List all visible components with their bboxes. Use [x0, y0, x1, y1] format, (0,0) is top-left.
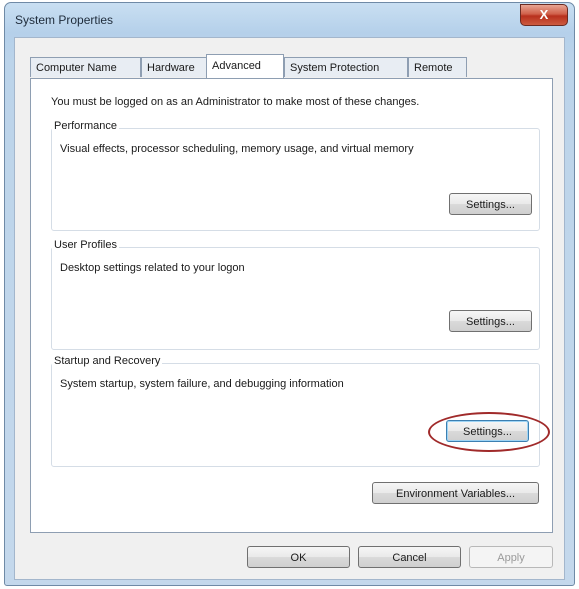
ok-button[interactable]: OK	[247, 546, 350, 568]
user-profiles-group: User Profiles Desktop settings related t…	[51, 239, 540, 350]
tab-remote[interactable]: Remote	[408, 57, 467, 77]
tab-system-protection[interactable]: System Protection	[284, 57, 408, 77]
user-profiles-settings-button[interactable]: Settings...	[449, 310, 532, 332]
startup-recovery-description: System startup, system failure, and debu…	[60, 378, 344, 390]
tab-hardware[interactable]: Hardware	[141, 57, 207, 77]
performance-description: Visual effects, processor scheduling, me…	[60, 143, 414, 155]
performance-group: Performance Visual effects, processor sc…	[51, 120, 540, 231]
performance-group-title: Performance	[52, 120, 119, 132]
close-icon: X	[539, 7, 549, 22]
system-properties-window: System Properties X Computer Name Hardwa…	[4, 2, 575, 586]
tab-computer-name[interactable]: Computer Name	[30, 57, 141, 77]
startup-recovery-settings-button[interactable]: Settings...	[446, 420, 529, 442]
environment-variables-button[interactable]: Environment Variables...	[372, 482, 539, 504]
startup-recovery-group-title: Startup and Recovery	[52, 355, 163, 367]
user-profiles-group-title: User Profiles	[52, 239, 119, 251]
window-title: System Properties	[15, 13, 114, 27]
tab-advanced[interactable]: Advanced	[206, 54, 284, 78]
startup-recovery-group: Startup and Recovery System startup, sys…	[51, 355, 550, 467]
close-button[interactable]: X	[520, 4, 568, 26]
apply-button[interactable]: Apply	[469, 546, 553, 568]
title-bar[interactable]: System Properties X	[5, 3, 574, 39]
performance-settings-button[interactable]: Settings...	[449, 193, 532, 215]
user-profiles-description: Desktop settings related to your logon	[60, 262, 245, 274]
advanced-tab-panel: You must be logged on as an Administrato…	[30, 78, 553, 533]
dialog-client-area: Computer Name Hardware Advanced System P…	[14, 37, 565, 580]
cancel-button[interactable]: Cancel	[358, 546, 461, 568]
admin-notice: You must be logged on as an Administrato…	[51, 96, 420, 108]
